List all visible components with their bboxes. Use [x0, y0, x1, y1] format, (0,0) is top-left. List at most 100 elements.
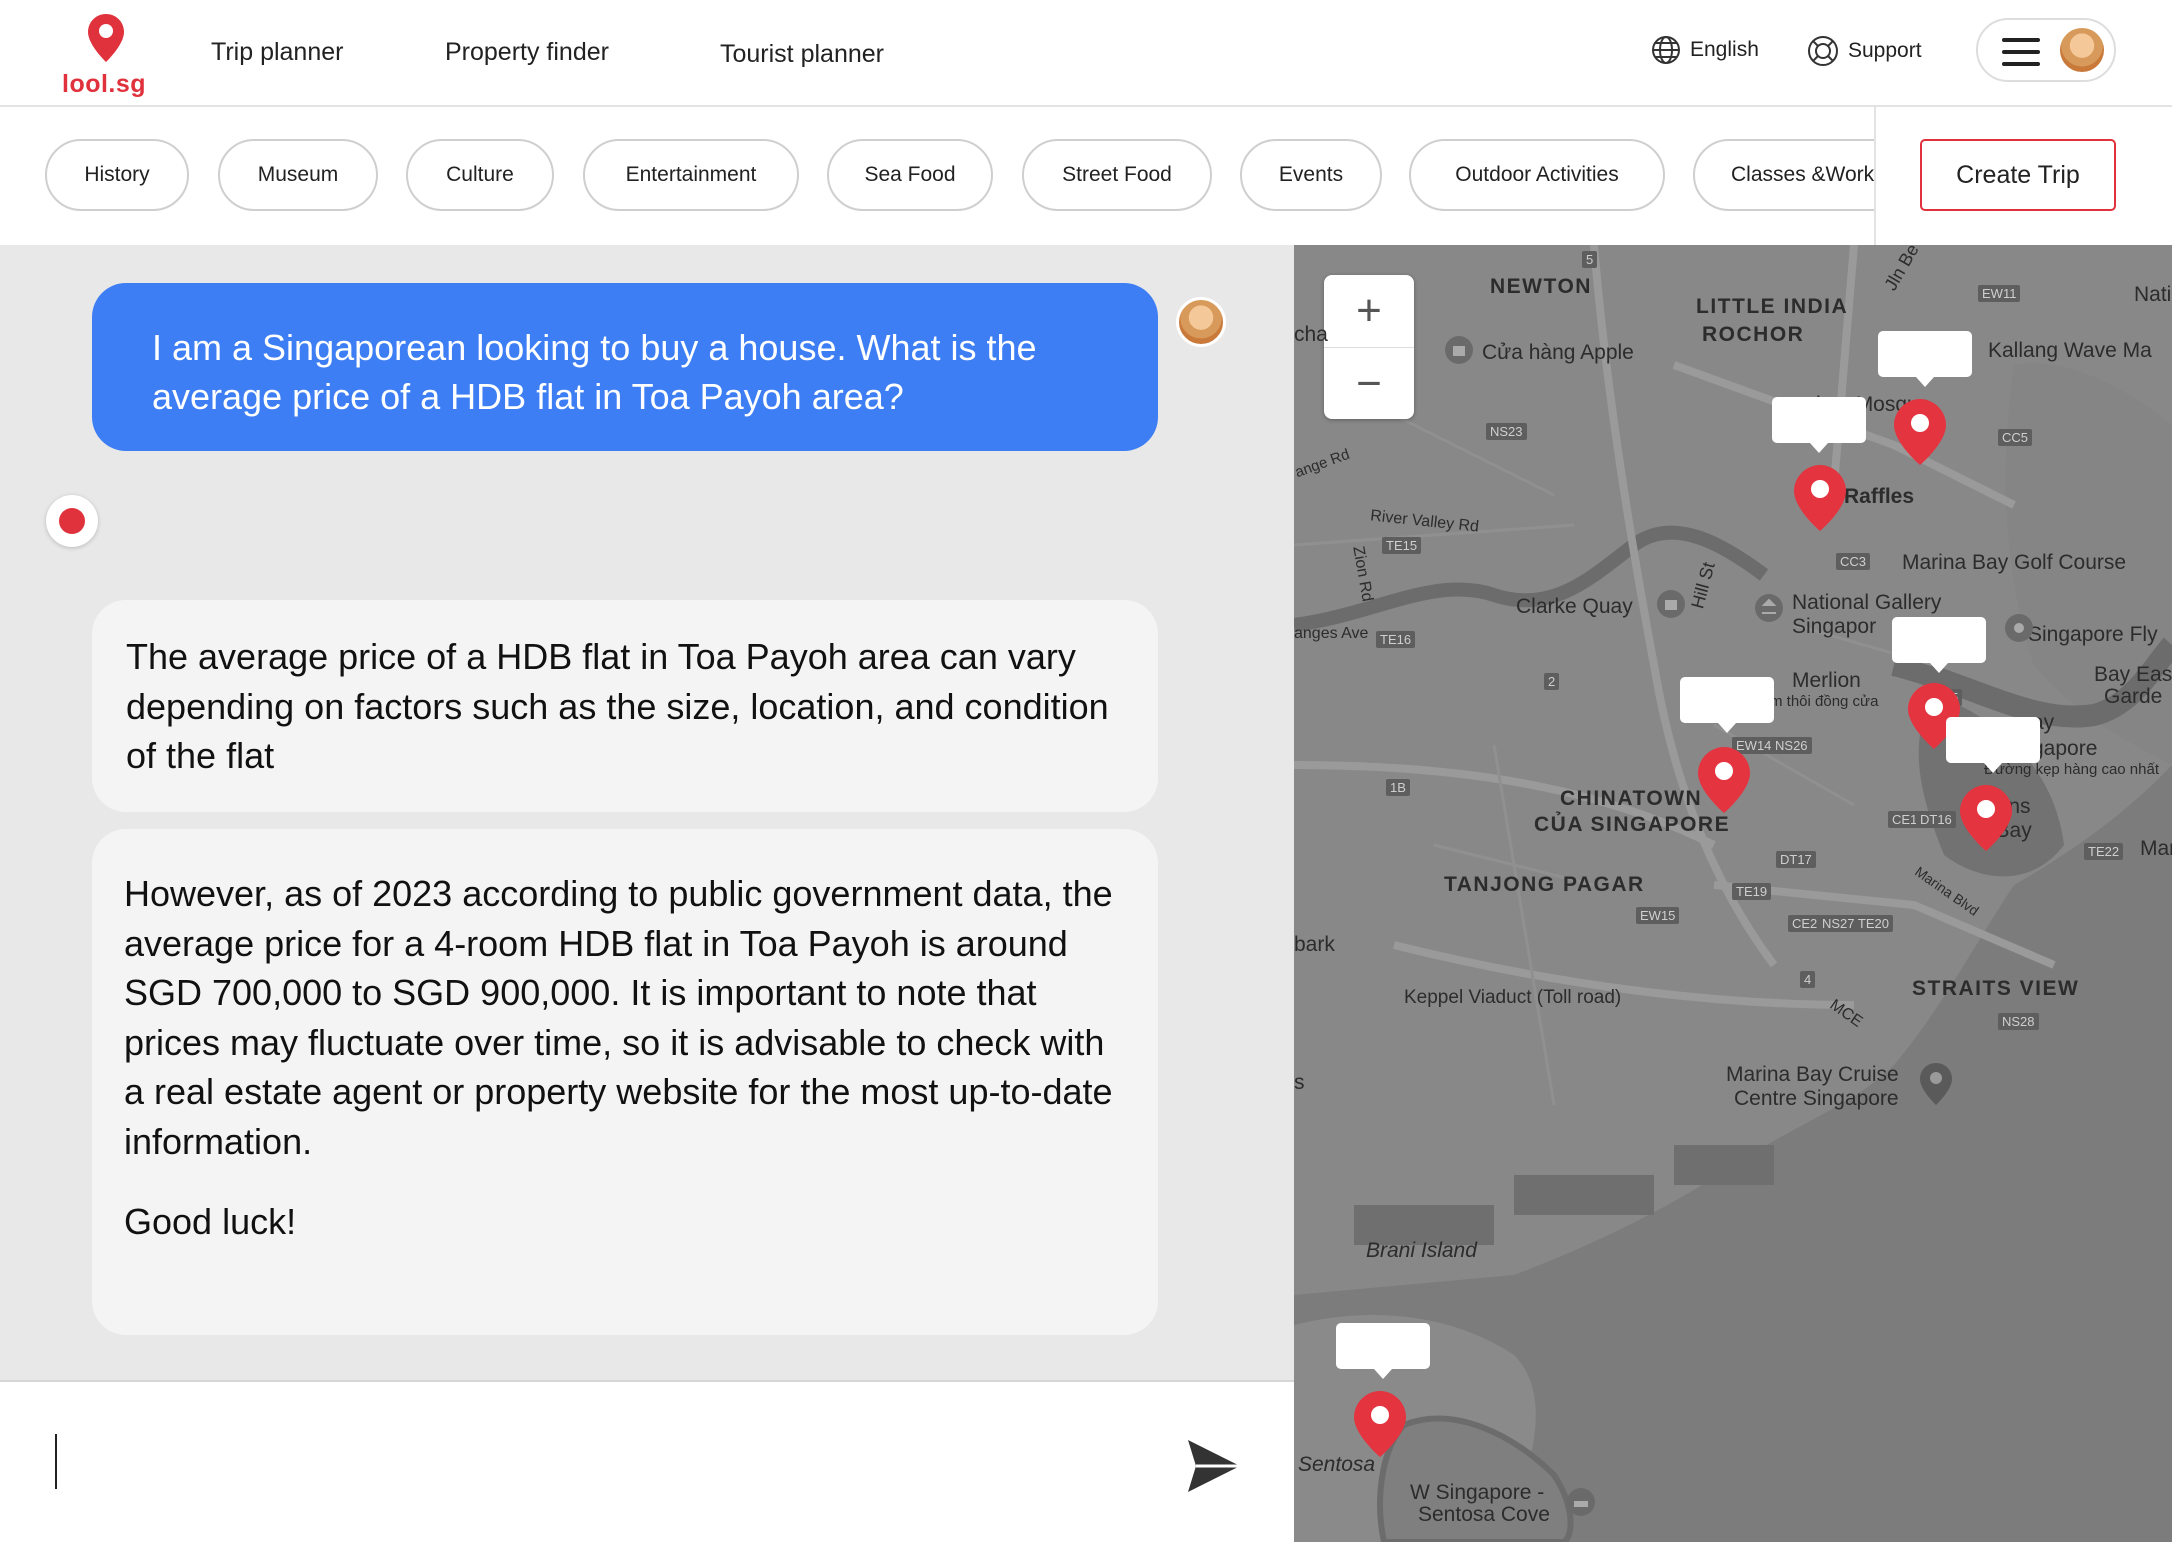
- location-pin-icon[interactable]: [1894, 399, 1946, 465]
- chip-outdoor-activities[interactable]: Outdoor Activities: [1409, 139, 1665, 211]
- chip-museum[interactable]: Museum: [218, 139, 378, 211]
- mrt-shield: EW15: [1636, 907, 1680, 924]
- mrt-shield: 2: [1544, 673, 1560, 690]
- mrt-shield: TE22: [2084, 843, 2124, 860]
- map-label: Mar: [2140, 837, 2172, 860]
- chip-events[interactable]: Events: [1240, 139, 1382, 211]
- mrt-shield: TE19: [1732, 883, 1772, 900]
- zoom-control: + −: [1324, 275, 1414, 419]
- nav-property-finder[interactable]: Property finder: [445, 38, 609, 67]
- map-panel[interactable]: + − NEWTON LITTLE INDIA ROCHOR Jln Be Na…: [1294, 245, 2172, 1542]
- map-label: W Singapore -: [1410, 1481, 1545, 1504]
- chat-input-bar: [0, 1380, 1294, 1544]
- language-label: English: [1690, 38, 1759, 61]
- mrt-shield: NS23: [1486, 423, 1527, 440]
- attraction-icon: [2005, 614, 2033, 642]
- map-label: CHINATOWN: [1560, 787, 1703, 810]
- hamburger-icon: [2002, 38, 2040, 74]
- avatar: [1176, 297, 1226, 347]
- location-pin-icon[interactable]: [1698, 747, 1750, 813]
- avatar: [2060, 28, 2104, 72]
- bot-message-text: Good luck!: [124, 1201, 297, 1242]
- mrt-shield: CE2: [1788, 915, 1822, 932]
- map-label: Marina Bay Cruise: [1726, 1063, 1899, 1086]
- map-label: bark: [1294, 933, 1335, 956]
- map-label: m thôi đồng cửa: [1770, 693, 1879, 710]
- bot-message: However, as of 2023 according to public …: [92, 829, 1158, 1335]
- shopping-bag-icon: [1445, 336, 1473, 364]
- language-selector[interactable]: English: [1650, 34, 1759, 66]
- map-label: Bay Eas: [2094, 663, 2172, 686]
- mrt-shield: TE16: [1376, 631, 1416, 648]
- pin-tag: [1946, 717, 2040, 773]
- hotel-icon: [1567, 1488, 1595, 1516]
- map-label: Garde: [2104, 685, 2163, 708]
- map-label: Centre Singapore: [1734, 1087, 1899, 1110]
- shopping-bag-icon: [1657, 590, 1685, 618]
- map-label: ROCHOR: [1702, 323, 1805, 346]
- nav-trip-planner[interactable]: Trip planner: [211, 38, 343, 67]
- pin-tag: [1772, 397, 1866, 453]
- map-label: Singapor: [1792, 615, 1877, 638]
- top-nav: lool.sg Trip planner Property finder Tou…: [0, 0, 2172, 107]
- send-icon[interactable]: [1186, 1438, 1242, 1494]
- map-label: STRAITS VIEW: [1912, 977, 2080, 1000]
- map-label: Nation: [2134, 283, 2172, 306]
- map-label: Sentosa Cove: [1418, 1503, 1550, 1526]
- zoom-in-button[interactable]: +: [1324, 275, 1414, 348]
- location-pin-icon: [1920, 1063, 1952, 1105]
- chip-entertainment[interactable]: Entertainment: [583, 139, 799, 211]
- chip-sea-food[interactable]: Sea Food: [827, 139, 993, 211]
- globe-icon: [1652, 36, 1680, 64]
- user-message: I am a Singaporean looking to buy a hous…: [92, 283, 1158, 451]
- mrt-shield: DT16: [1916, 811, 1956, 828]
- mrt-shield: TE15: [1382, 537, 1422, 554]
- map-label: Cửa hàng Apple: [1482, 341, 1634, 364]
- map-label: Brani Island: [1366, 1239, 1477, 1262]
- support-label: Support: [1848, 39, 1922, 62]
- bot-message: The average price of a HDB flat in Toa P…: [92, 600, 1158, 812]
- map-label: Raffles: [1844, 485, 1915, 508]
- map-label: Singapore Fly: [2028, 623, 2158, 646]
- nav-tourist-planner[interactable]: Tourist planner: [720, 40, 884, 69]
- location-pin-icon: [88, 14, 124, 62]
- pin-tag: [1878, 331, 1972, 387]
- user-menu-button[interactable]: [1976, 18, 2116, 82]
- location-pin-icon[interactable]: [1354, 1391, 1406, 1457]
- pin-tag: [1680, 677, 1774, 733]
- map-label: NEWTON: [1490, 275, 1592, 298]
- mrt-shield: NS27 TE20: [1818, 915, 1893, 932]
- map-label: National Gallery: [1792, 591, 1942, 614]
- lifebuoy-icon: [1808, 36, 1838, 66]
- mrt-shield: 4: [1800, 971, 1816, 988]
- museum-icon: [1755, 594, 1783, 622]
- location-pin-icon[interactable]: [1960, 785, 2012, 851]
- bot-message-text: However, as of 2023 according to public …: [124, 873, 1113, 1162]
- map-label: Keppel Viaduct (Toll road): [1404, 987, 1622, 1008]
- logo[interactable]: lool.sg: [60, 14, 150, 100]
- chat-panel: I am a Singaporean looking to buy a hous…: [0, 245, 1294, 1380]
- chat-input[interactable]: [55, 1434, 57, 1489]
- mrt-shield: NS28: [1998, 1013, 2039, 1030]
- mrt-shield: CC3: [1836, 553, 1871, 570]
- support-link[interactable]: Support: [1806, 34, 1922, 68]
- mrt-shield: CC5: [1998, 429, 2033, 446]
- map-label: s: [1294, 1071, 1305, 1094]
- map-label: Đường kẹp hàng cao nhất: [1984, 761, 2159, 778]
- chip-street-food[interactable]: Street Food: [1022, 139, 1212, 211]
- create-trip-button[interactable]: Create Trip: [1920, 139, 2116, 211]
- chip-history[interactable]: History: [45, 139, 189, 211]
- map-label: CỦA SINGAPORE: [1534, 813, 1731, 836]
- zoom-out-button[interactable]: −: [1324, 348, 1414, 420]
- logo-text: lool.sg: [62, 70, 147, 98]
- map-label: Clarke Quay: [1516, 595, 1633, 618]
- map-label: anges Ave: [1294, 625, 1369, 642]
- chip-culture[interactable]: Culture: [406, 139, 554, 211]
- location-pin-icon[interactable]: [1794, 465, 1846, 531]
- mrt-shield: DT17: [1776, 851, 1816, 868]
- map-label: Merlion: [1792, 669, 1861, 692]
- pin-tag: [1892, 617, 1986, 673]
- mrt-shield: EW11: [1978, 285, 2021, 302]
- bot-avatar-icon: [46, 495, 98, 547]
- pin-tag: [1336, 1323, 1430, 1379]
